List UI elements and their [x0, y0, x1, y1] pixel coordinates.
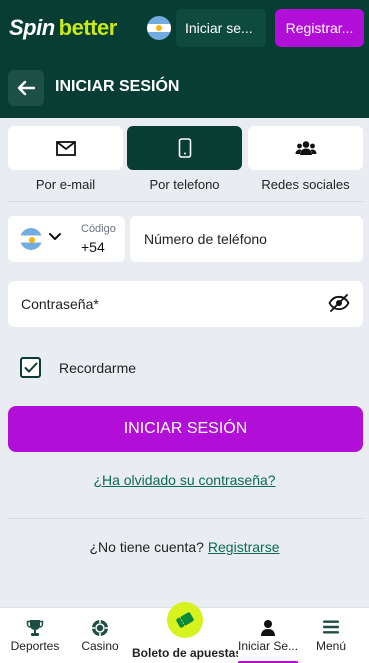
- phone-field: [130, 216, 363, 262]
- page-header: INICIAR SESIÓN: [0, 56, 369, 118]
- header-register-button[interactable]: Registrar...: [275, 9, 364, 47]
- tab-social-label: Redes sociales: [261, 177, 350, 192]
- remember-checkbox[interactable]: [20, 357, 41, 378]
- no-account-text: ¿No tiene cuenta? Registrarse: [0, 539, 369, 555]
- nav-label: Menú: [315, 639, 347, 653]
- country-code-label: Código: [81, 223, 116, 235]
- remember-label: Recordarme: [59, 360, 137, 376]
- nav-label: Casino: [81, 639, 119, 653]
- nav-item-login[interactable]: Iniciar Se...: [238, 608, 298, 663]
- country-code-select[interactable]: Código +54: [8, 216, 125, 262]
- logo-spin: Spin: [9, 15, 55, 40]
- user-icon: [261, 620, 275, 636]
- tab-phone-label: Por telefono: [149, 177, 220, 192]
- eye-slash-icon[interactable]: [328, 294, 350, 312]
- divider: [8, 201, 363, 202]
- nav-item-bet-slip[interactable]: Boleto de apuestas: [132, 602, 238, 663]
- back-button[interactable]: [8, 70, 44, 106]
- tab-email-label: Por e-mail: [35, 177, 96, 192]
- nav-item-casino[interactable]: Casino: [70, 608, 130, 663]
- chip-icon: [92, 620, 108, 636]
- register-link[interactable]: Registrarse: [208, 539, 280, 555]
- users-icon: [295, 141, 316, 155]
- header-login-button[interactable]: Iniciar se...: [176, 9, 266, 47]
- checkmark-icon: [24, 362, 37, 372]
- menu-icon: [323, 620, 339, 634]
- chevron-down-icon: [49, 233, 61, 240]
- phone-input[interactable]: [130, 216, 363, 262]
- envelope-icon: [55, 140, 76, 156]
- page-title: INICIAR SESIÓN: [55, 78, 180, 95]
- nav-label: Deportes: [10, 639, 60, 653]
- country-code-value: +54: [81, 239, 105, 255]
- nav-item-menu[interactable]: Menú: [302, 608, 360, 663]
- forgot-password-link[interactable]: ¿Ha olvidado su contraseña?: [0, 472, 369, 488]
- logo-better: better: [58, 15, 118, 40]
- phone-icon: [178, 138, 191, 158]
- password-field: [8, 281, 363, 327]
- login-submit-button[interactable]: INICIAR SESIÓN: [8, 406, 363, 452]
- arrow-left-icon: [17, 80, 35, 96]
- ticket-icon: [167, 602, 203, 638]
- nav-item-deportes[interactable]: Deportes: [4, 608, 66, 663]
- tab-phone[interactable]: [127, 126, 242, 170]
- no-account-label: ¿No tiene cuenta?: [89, 539, 204, 555]
- nav-label: Boleto de apuestas: [132, 646, 238, 660]
- password-input[interactable]: [8, 281, 308, 327]
- argentina-flag-icon[interactable]: [147, 16, 171, 40]
- tab-social[interactable]: [248, 126, 363, 170]
- divider: [8, 518, 363, 519]
- trophy-icon: [26, 620, 44, 636]
- top-bar: Spin better Iniciar se... Registrar...: [0, 0, 369, 56]
- logo[interactable]: Spin better: [9, 15, 117, 41]
- tab-email[interactable]: [8, 126, 123, 170]
- argentina-flag-icon: [20, 228, 42, 250]
- nav-label: Iniciar Se...: [238, 639, 298, 653]
- bottom-nav: Deportes Casino Boleto de apuestas Inici…: [0, 602, 369, 663]
